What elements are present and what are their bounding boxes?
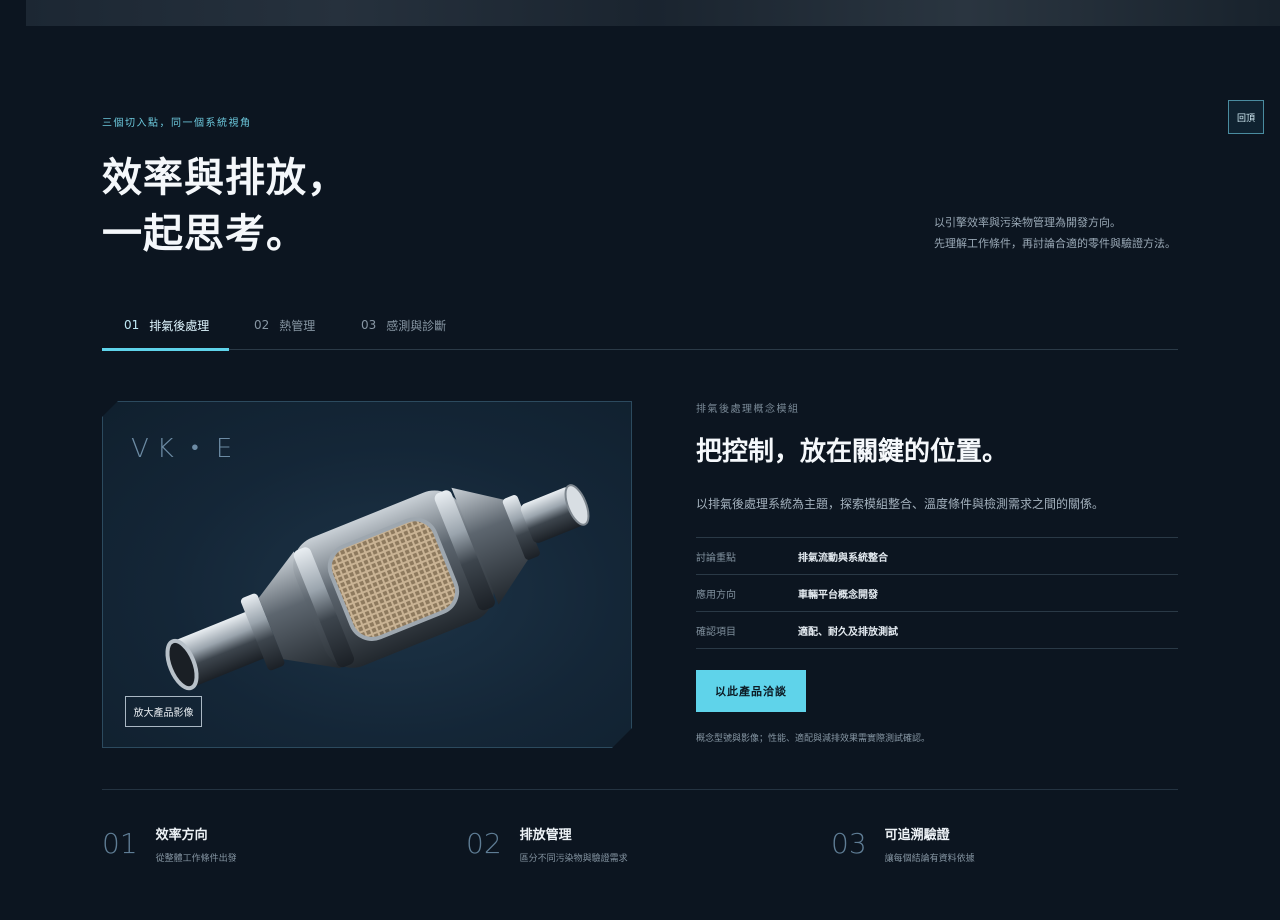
spec-row: 討論重點 排氣流動與系統整合 bbox=[696, 538, 1178, 575]
feature-subtitle: 區分不同污染物與驗證需求 bbox=[519, 854, 628, 864]
hero-eyebrow: 三個切入點，同一個系統視角 bbox=[102, 118, 252, 129]
tab-number: 02 bbox=[254, 318, 270, 332]
spec-value: 適配、耐久及排放測試 bbox=[798, 626, 898, 638]
tab-exhaust-aftertreatment[interactable]: 01 排氣後處理 bbox=[124, 300, 209, 350]
tab-sensing-diagnostics[interactable]: 03 感測與診斷 bbox=[361, 300, 446, 350]
tab-number: 03 bbox=[361, 318, 377, 332]
hero-intro: 以引擎效率與污染物管理為開發方向。 先理解工作條件，再討論合適的零件與驗證方法。 bbox=[934, 212, 1176, 254]
active-tab-indicator bbox=[102, 348, 229, 351]
model-code: VK・E bbox=[131, 434, 241, 464]
spec-value: 排氣流動與系統整合 bbox=[798, 552, 888, 564]
spec-key: 確認項目 bbox=[696, 626, 736, 638]
product-detail-panel: 排氣後處理概念模組 把控制，放在關鍵的位置。 以排氣後處理系統為主題，探索模組整… bbox=[696, 400, 1178, 744]
feature-subtitle: 從整體工作條件出發 bbox=[155, 854, 237, 864]
intro-line-2: 先理解工作條件，再討論合適的零件與驗證方法。 bbox=[934, 237, 1176, 250]
page-title: 效率與排放， 一起思考。 bbox=[102, 150, 348, 262]
feature-number: 03 bbox=[831, 827, 867, 860]
tab-label: 熱管理 bbox=[279, 318, 316, 333]
back-to-top-button[interactable]: 回頂 bbox=[1228, 100, 1264, 134]
detail-eyebrow: 排氣後處理概念模組 bbox=[696, 404, 800, 415]
title-line-1: 效率與排放， bbox=[102, 155, 348, 201]
detail-description: 以排氣後處理系統為主題，探索模組整合、溫度條件與檢測需求之間的關係。 bbox=[696, 497, 1105, 511]
top-banner-image bbox=[26, 0, 1280, 26]
spec-value: 車輛平台概念開發 bbox=[798, 589, 878, 601]
feature-number: 02 bbox=[466, 827, 502, 860]
title-line-2: 一起思考。 bbox=[102, 211, 307, 257]
feature-item-efficiency: 01 效率方向 從整體工作條件出發 bbox=[102, 822, 237, 866]
product-image-card: VK・E 放大產品影像 bbox=[102, 401, 632, 748]
feature-title: 排放管理 bbox=[519, 828, 572, 843]
tab-number: 01 bbox=[124, 318, 140, 332]
section-divider bbox=[102, 789, 1178, 790]
feature-title: 可追溯驗證 bbox=[884, 828, 950, 843]
catalytic-converter-icon bbox=[143, 462, 603, 702]
detail-title: 把控制，放在關鍵的位置。 bbox=[696, 437, 1009, 467]
spec-table: 討論重點 排氣流動與系統整合 應用方向 車輛平台概念開發 確認項目 適配、耐久及… bbox=[696, 537, 1178, 649]
spec-row: 確認項目 適配、耐久及排放測試 bbox=[696, 612, 1178, 649]
tab-thermal-management[interactable]: 02 熱管理 bbox=[254, 300, 315, 350]
disclaimer-note: 概念型號與影像；性能、適配與減排效果需實際測試確認。 bbox=[696, 734, 931, 744]
tab-label: 排氣後處理 bbox=[149, 318, 210, 333]
feature-number: 01 bbox=[102, 827, 138, 860]
feature-item-emissions: 02 排放管理 區分不同污染物與驗證需求 bbox=[466, 822, 628, 866]
spec-key: 討論重點 bbox=[696, 552, 736, 564]
zoom-product-image-button[interactable]: 放大產品影像 bbox=[125, 696, 202, 727]
tab-label: 感測與診斷 bbox=[386, 318, 447, 333]
feature-title: 效率方向 bbox=[155, 828, 208, 843]
inquire-product-button[interactable]: 以此產品洽談 bbox=[696, 670, 806, 712]
spec-row: 應用方向 車輛平台概念開發 bbox=[696, 575, 1178, 612]
topic-tabs: 01 排氣後處理 02 熱管理 03 感測與診斷 bbox=[102, 300, 1178, 351]
feature-subtitle: 讓每個結論有資料依據 bbox=[884, 854, 975, 864]
intro-line-1: 以引擎效率與污染物管理為開發方向。 bbox=[934, 216, 1121, 229]
feature-item-traceability: 03 可追溯驗證 讓每個結論有資料依據 bbox=[831, 822, 975, 866]
spec-key: 應用方向 bbox=[696, 589, 736, 601]
